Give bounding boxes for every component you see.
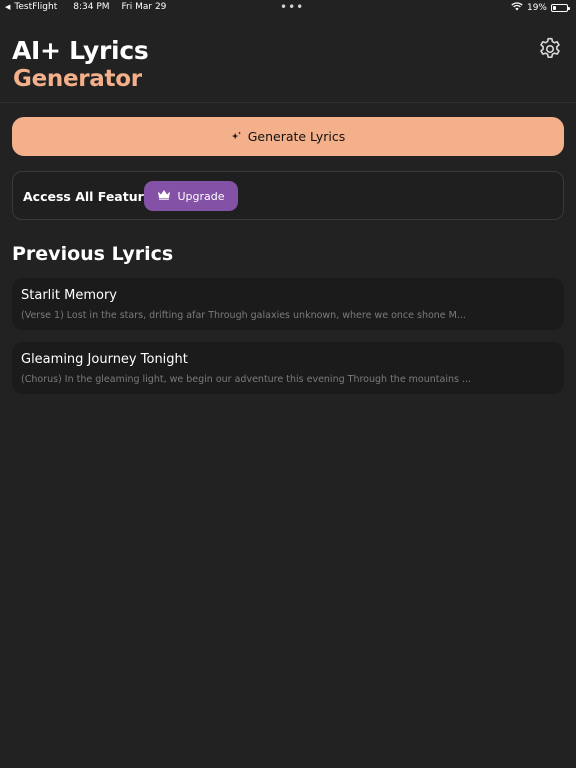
battery-percent: 19% bbox=[526, 3, 547, 13]
status-time: 8:34 PM bbox=[73, 2, 110, 12]
back-app-label[interactable]: TestFlight bbox=[14, 2, 57, 12]
lyric-list-item[interactable]: Gleaming Journey Tonight (Chorus) In the… bbox=[12, 342, 564, 394]
battery-icon bbox=[551, 4, 570, 12]
status-bar: ◀ TestFlight 8:34 PM Fri Mar 29 ••• 19% bbox=[0, 0, 576, 16]
status-left[interactable]: ◀ TestFlight 8:34 PM Fri Mar 29 bbox=[5, 2, 166, 12]
previous-lyrics-heading: Previous Lyrics bbox=[12, 243, 174, 265]
lyric-title: Gleaming Journey Tonight bbox=[21, 352, 188, 367]
lyric-title: Starlit Memory bbox=[21, 288, 117, 303]
sparkle-icon bbox=[231, 131, 242, 142]
page-title: AI+ Lyrics bbox=[12, 36, 149, 65]
generate-lyrics-label: Generate Lyrics bbox=[247, 129, 346, 144]
features-card: Access All Features Upgrade bbox=[12, 171, 564, 220]
status-date: Fri Mar 29 bbox=[121, 2, 167, 12]
multitasking-dots[interactable]: ••• bbox=[280, 0, 304, 14]
battery-fill bbox=[553, 6, 556, 10]
generate-lyrics-button[interactable]: Generate Lyrics bbox=[12, 117, 564, 156]
lyric-snippet: (Chorus) In the gleaming light, we begin… bbox=[21, 374, 472, 385]
status-right: 19% bbox=[511, 2, 570, 14]
crown-icon bbox=[157, 189, 171, 203]
app-screen: ◀ TestFlight 8:34 PM Fri Mar 29 ••• 19% … bbox=[0, 0, 576, 768]
wifi-icon bbox=[511, 2, 523, 14]
back-arrow-icon[interactable]: ◀ bbox=[5, 3, 10, 11]
gear-icon bbox=[537, 36, 563, 66]
settings-button[interactable] bbox=[536, 37, 564, 65]
upgrade-button[interactable]: Upgrade bbox=[144, 181, 238, 211]
features-label: Access All Features bbox=[23, 189, 160, 204]
page-subtitle: Generator bbox=[13, 66, 142, 92]
lyric-list-item[interactable]: Starlit Memory (Verse 1) Lost in the sta… bbox=[12, 278, 564, 330]
lyric-snippet: (Verse 1) Lost in the stars, drifting af… bbox=[21, 310, 466, 321]
header-divider bbox=[0, 102, 576, 103]
upgrade-label: Upgrade bbox=[177, 189, 225, 203]
